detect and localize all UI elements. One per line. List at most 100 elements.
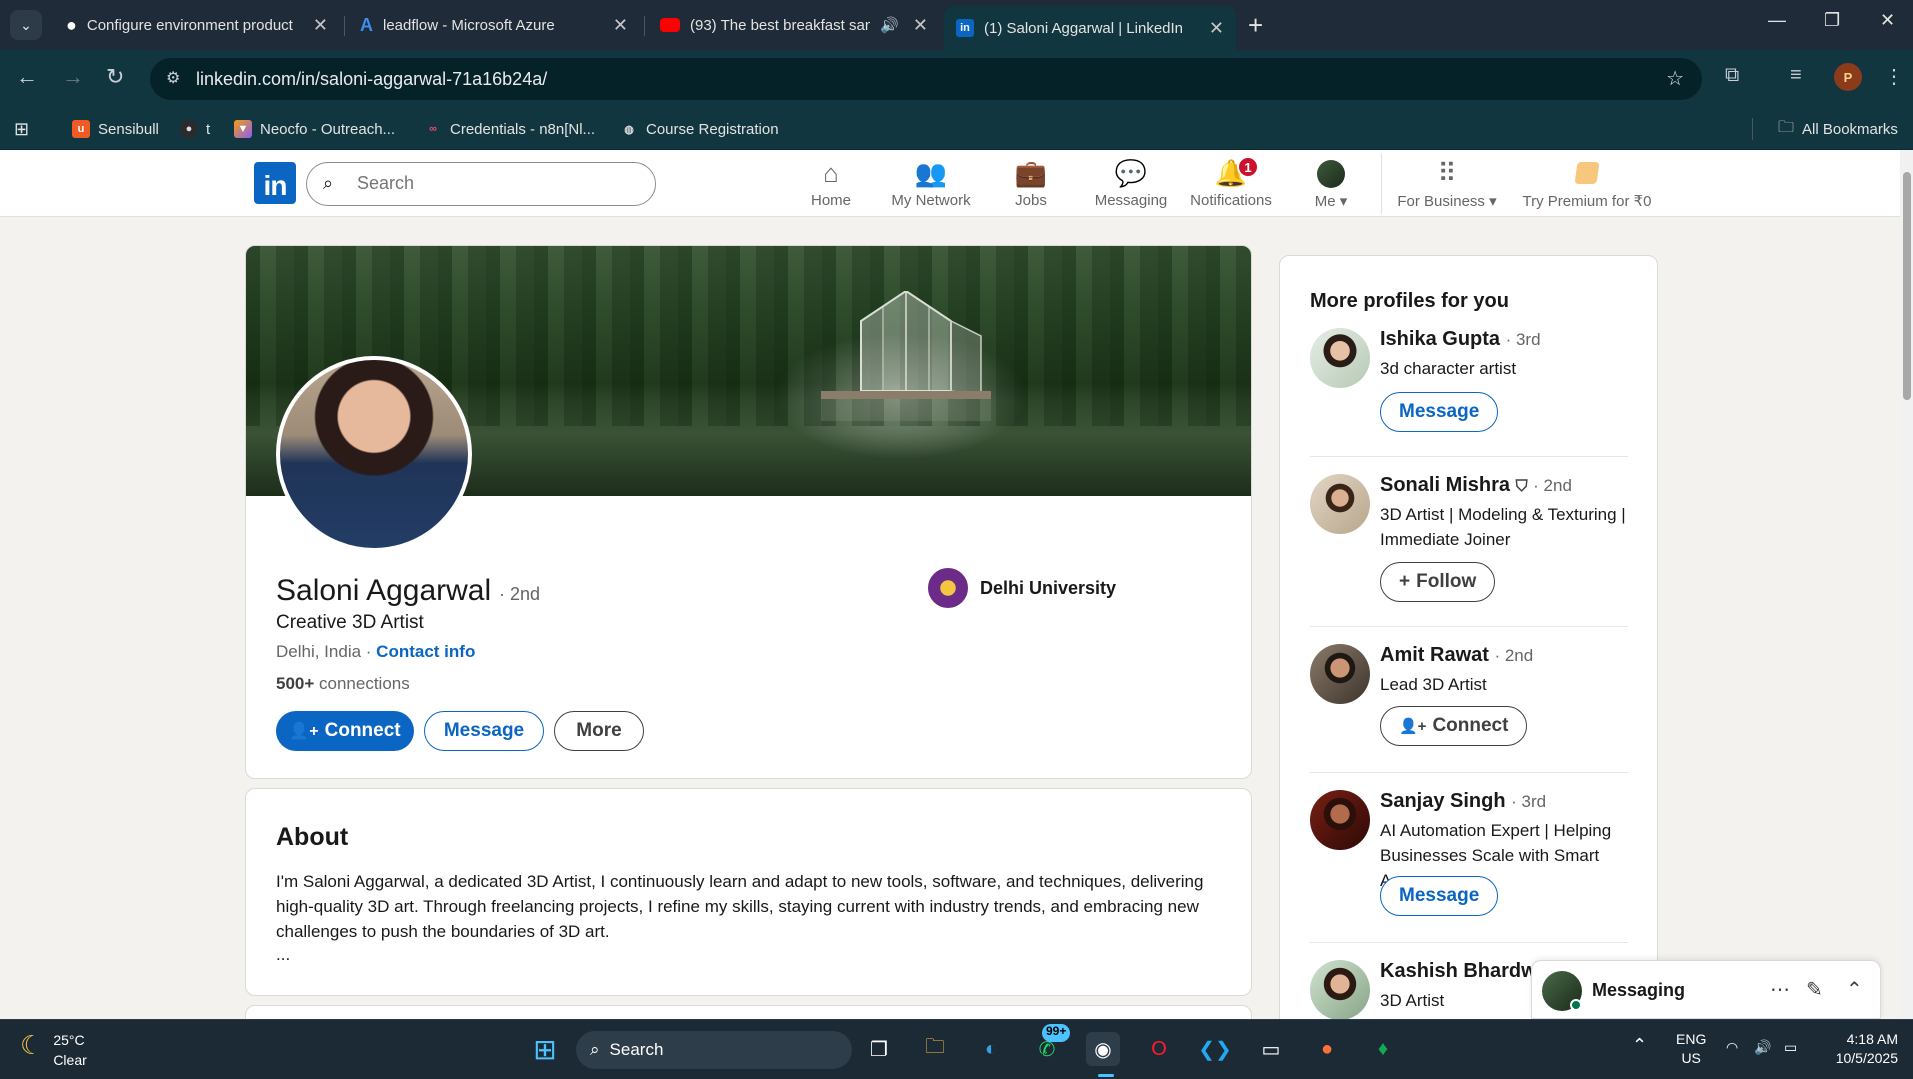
message-button[interactable]: Message (1380, 392, 1499, 432)
profile-name[interactable]: Amit Rawat (1380, 644, 1489, 666)
postman-icon[interactable]: ● (1310, 1032, 1344, 1066)
new-tab-icon[interactable]: + (1248, 10, 1263, 41)
about-see-more[interactable]: ... (276, 945, 290, 965)
apps-grid-icon[interactable]: ⊞ (14, 116, 29, 142)
wifi-icon[interactable]: ◠ (1726, 1038, 1738, 1057)
minimize-icon[interactable]: — (1768, 10, 1786, 31)
volume-icon[interactable]: 🔊 (1754, 1038, 1771, 1057)
restore-icon[interactable]: ❐ (1824, 10, 1840, 31)
chevron-up-icon[interactable]: ⌃ (1846, 977, 1863, 1002)
nav-jobs[interactable]: 💼 Jobs (981, 158, 1081, 209)
nav-notifications[interactable]: 🔔 1 Notifications (1181, 156, 1281, 209)
all-bookmarks[interactable]: 🗀 All Bookmarks (1778, 116, 1898, 142)
connect-button[interactable]: 👤+ Connect (276, 711, 414, 751)
nav-my-network[interactable]: 👥 My Network (881, 158, 981, 209)
linkedin-logo[interactable]: in (254, 162, 296, 204)
speaker-icon[interactable]: 🔊 (880, 16, 899, 34)
extensions-icon[interactable]: ⧉ (1725, 64, 1739, 87)
connect-button[interactable]: 👤+ Connect (1380, 706, 1528, 746)
suggested-profile[interactable]: Sonali Mishra ⛉ · 2nd 3D Artist | Modeli… (1310, 474, 1628, 614)
avatar[interactable] (1310, 790, 1370, 850)
tab-title: Configure environment product (86, 16, 293, 34)
bookmark-item[interactable]: ∞ Credentials - n8n[Nl... (424, 116, 595, 142)
url-text[interactable]: linkedin.com/in/saloni-aggarwal-71a16b24… (196, 69, 547, 90)
connections-count[interactable]: 500+ connections (276, 674, 410, 694)
back-icon[interactable]: ← (16, 64, 38, 90)
close-tab-icon[interactable]: ✕ (313, 15, 328, 36)
linkedin-icon: in (956, 19, 974, 37)
follow-button[interactable]: + Follow (1380, 562, 1496, 602)
close-tab-icon[interactable]: ✕ (1209, 18, 1224, 39)
profile-avatar[interactable]: P (1834, 63, 1862, 91)
profile-name[interactable]: Kashish Bhardwa (1380, 960, 1548, 982)
weather-widget[interactable]: ☾ 25°C Clear (20, 1030, 87, 1070)
browser-tab[interactable]: A leadflow - Microsoft Azure ✕ (348, 6, 640, 44)
suggested-profile[interactable]: Amit Rawat · 2nd Lead 3D Artist 👤+ Connec… (1310, 644, 1628, 754)
vscode-icon[interactable]: ❮❯ (1198, 1032, 1232, 1066)
browser-tab-active[interactable]: in (1) Saloni Aggarwal | LinkedIn ✕ (944, 6, 1236, 50)
avatar[interactable] (1310, 960, 1370, 1020)
profile-headline: 3D Artist | Modeling & Texturing | Immed… (1380, 505, 1626, 549)
windows-start-icon[interactable]: ⊞ (528, 1032, 562, 1066)
message-button[interactable]: Message (1380, 876, 1499, 916)
omnibox[interactable]: ⚙ linkedin.com/in/saloni-aggarwal-71a16b… (150, 58, 1702, 100)
taskbar-search-label: Search (609, 1040, 664, 1059)
nav-premium[interactable]: Try Premium for ₹0 (1512, 158, 1662, 210)
avatar[interactable] (1310, 644, 1370, 704)
suggested-profile[interactable]: Sanjay Singh · 3rd AI Automation Expert … (1310, 790, 1628, 930)
nav-home[interactable]: ⌂ Home (781, 158, 881, 209)
avatar[interactable] (1310, 328, 1370, 388)
page-scrollbar[interactable] (1900, 150, 1913, 1019)
browser-tab[interactable]: (93) The best breakfast sand 🔊 ✕ (648, 6, 940, 44)
file-explorer-icon[interactable]: 🗀 (918, 1032, 952, 1066)
suggested-profile[interactable]: Ishika Gupta · 3rd 3d character artist M… (1310, 328, 1628, 438)
nav-messaging[interactable]: 💬 Messaging (1081, 158, 1181, 209)
opera-icon[interactable]: O (1142, 1032, 1176, 1066)
close-tab-icon[interactable]: ✕ (913, 15, 928, 36)
terminal-icon[interactable]: ▭ (1254, 1032, 1288, 1066)
profile-name[interactable]: Sanjay Singh (1380, 790, 1506, 812)
avatar[interactable] (1310, 474, 1370, 534)
tab-search-button[interactable]: ⌄ (10, 10, 42, 40)
message-button[interactable]: Message (424, 711, 544, 751)
more-button[interactable]: More (554, 711, 644, 751)
browser-menu-icon[interactable]: ⋮ (1884, 64, 1904, 89)
profile-photo[interactable] (276, 356, 472, 552)
language-indicator[interactable]: ENG US (1676, 1030, 1706, 1068)
moon-icon: ☾ (20, 1030, 44, 1060)
taskbar-search[interactable]: ⌕ Search (576, 1031, 852, 1069)
close-window-icon[interactable]: ✕ (1880, 10, 1895, 31)
task-view-icon[interactable]: ❐ (862, 1032, 896, 1066)
messaging-title[interactable]: Messaging (1592, 980, 1685, 1001)
profile-name[interactable]: Sonali Mishra (1380, 474, 1510, 496)
media-control-icon[interactable]: ≡ (1790, 64, 1802, 87)
profile-name[interactable]: Ishika Gupta (1380, 328, 1500, 350)
bookmark-item[interactable]: ◍ Course Registration (620, 116, 778, 142)
battery-icon[interactable]: ▭ (1784, 1038, 1797, 1057)
active-app-indicator (1098, 1074, 1114, 1077)
mongodb-icon[interactable]: ♦ (1366, 1032, 1400, 1066)
tray-overflow-icon[interactable]: ⌃ (1632, 1036, 1647, 1055)
nav-for-business[interactable]: ⠿ For Business ▾ (1392, 158, 1502, 210)
nav-me[interactable]: Me ▾ (1281, 158, 1381, 210)
search-input[interactable] (357, 173, 637, 194)
clock[interactable]: 4:18 AM 10/5/2025 (1826, 1030, 1898, 1068)
contact-info-link[interactable]: Contact info (376, 642, 475, 661)
more-options-icon[interactable]: ⋯ (1770, 977, 1790, 1002)
browser-tab[interactable]: ● Configure environment product ✕ (54, 6, 340, 44)
site-info-icon[interactable]: ⚙ (166, 68, 180, 88)
search-box[interactable]: ⌕ (306, 162, 656, 206)
messaging-overlay[interactable]: Messaging ⋯ ✎ ⌃ (1531, 960, 1881, 1019)
bookmark-item[interactable]: ● t (180, 116, 210, 142)
education-link[interactable]: Delhi University (928, 568, 1116, 608)
chrome-icon[interactable]: ◉ (1086, 1032, 1120, 1066)
bookmark-item[interactable]: u Sensibull (72, 116, 159, 142)
bookmark-star-icon[interactable]: ☆ (1666, 66, 1684, 91)
forward-icon[interactable]: → (62, 64, 84, 90)
scrollbar-thumb[interactable] (1903, 172, 1911, 400)
reload-icon[interactable]: ↻ (106, 64, 124, 90)
close-tab-icon[interactable]: ✕ (613, 15, 628, 36)
compose-icon[interactable]: ✎ (1806, 977, 1823, 1002)
bookmark-item[interactable]: ▼ Neocfo - Outreach... (234, 116, 395, 142)
edge-icon[interactable]: ◐ (974, 1032, 1008, 1066)
